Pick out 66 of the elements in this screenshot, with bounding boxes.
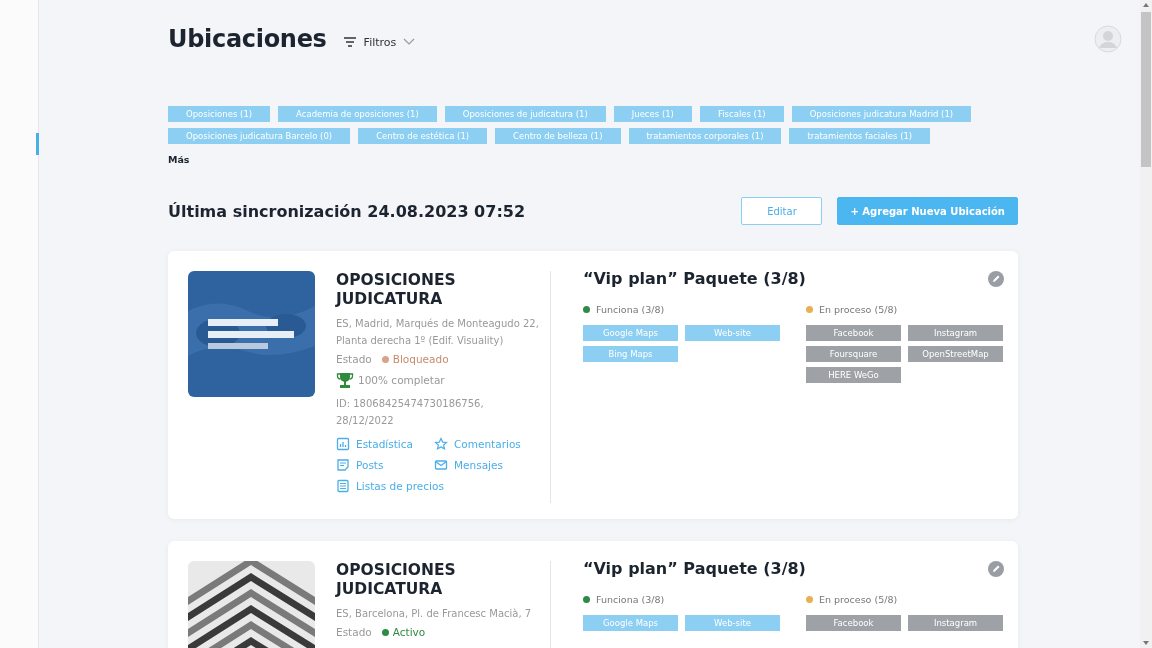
service-chip: Instagram xyxy=(908,615,1003,631)
service-chip: Web-site xyxy=(685,615,780,631)
nav-indicator xyxy=(36,133,39,155)
chart-icon xyxy=(336,437,350,451)
chevron-down-icon xyxy=(403,38,416,46)
sync-title: Última sincronización 24.08.2023 07:52 xyxy=(168,201,526,221)
envelope-icon xyxy=(434,458,448,472)
tag-chip[interactable]: Centro de estética (1) xyxy=(358,128,488,144)
trophy-icon xyxy=(336,371,354,389)
tag-chip[interactable]: tratamientos corporales (1) xyxy=(628,128,782,144)
tag-chip[interactable]: Academia de oposiciones (1) xyxy=(278,106,437,122)
tag-chip[interactable]: Oposiciones (1) xyxy=(168,106,271,122)
list-icon xyxy=(336,479,350,493)
filter-button[interactable]: Filtros xyxy=(340,31,418,53)
add-location-button[interactable]: + Agregar Nueva Ubicación xyxy=(837,197,1018,225)
tag-chip[interactable]: tratamientos faciales (1) xyxy=(789,128,931,144)
scrollbar[interactable] xyxy=(1140,0,1152,648)
status-label: Estado xyxy=(336,626,372,638)
service-chip: OpenStreetMap xyxy=(908,346,1003,362)
pencil-icon xyxy=(988,270,1004,287)
location-link[interactable]: Estadística xyxy=(336,437,413,451)
more-link[interactable]: Más xyxy=(168,154,1018,165)
plan-title: “Vip plan” Paquete (3/8) xyxy=(583,269,806,288)
tag-chip[interactable]: Oposiciones de judicatura (1) xyxy=(444,106,606,122)
service-chip: Foursquare xyxy=(806,346,901,362)
group-label: En proceso (5/8) xyxy=(819,594,898,605)
location-address: ES, Barcelona, Pl. de Francesc Macià, 7 xyxy=(336,607,533,621)
location-link[interactable]: Comentarios xyxy=(434,437,521,451)
service-chip: Google Maps xyxy=(583,615,678,631)
tag-chip[interactable]: Centro de belleza (1) xyxy=(495,128,621,144)
location-name: OPOSICIONES JUDICATURA xyxy=(336,271,457,309)
service-chip: HERE WeGo xyxy=(806,367,901,383)
location-link[interactable]: Posts xyxy=(336,458,384,472)
service-chip: Web-site xyxy=(685,325,780,341)
edit-button[interactable] xyxy=(988,270,1004,287)
filter-icon xyxy=(342,36,357,48)
star-icon xyxy=(434,437,448,451)
service-chip: Instagram xyxy=(908,325,1003,341)
page-title: Ubicaciones xyxy=(168,25,327,53)
plan-title: “Vip plan” Paquete (3/8) xyxy=(583,559,806,578)
status-value: Activo xyxy=(381,626,426,638)
status-value: Bloqueado xyxy=(381,353,449,365)
status-label: Estado xyxy=(336,353,372,365)
tag-chip[interactable]: Oposiciones judicatura Barcelo (0) xyxy=(168,128,351,144)
tag-chip[interactable]: Fiscales (1) xyxy=(699,106,784,122)
service-chip: Google Maps xyxy=(583,325,678,341)
user-avatar[interactable] xyxy=(1094,25,1122,53)
group-label: En proceso (5/8) xyxy=(819,304,898,315)
edit-button[interactable]: Editar xyxy=(741,197,823,225)
location-id: ID: 18068425474730186756, 28/12/2022 xyxy=(336,397,485,428)
service-chip: Bing Maps xyxy=(583,346,678,362)
tag-chip[interactable]: Jueces (1) xyxy=(613,106,692,122)
service-chip: Facebook xyxy=(806,615,901,631)
location-link[interactable]: Mensajes xyxy=(434,458,503,472)
completion-text: 100% completar xyxy=(358,374,445,386)
edit-button[interactable] xyxy=(988,560,1004,577)
tag-chip[interactable]: Oposiciones judicatura Madrid (1) xyxy=(791,106,972,122)
group-label: Funciona (3/8) xyxy=(596,594,665,605)
note-icon xyxy=(336,458,350,472)
pencil-icon xyxy=(988,560,1004,577)
location-name: OPOSICIONES JUDICATURA xyxy=(336,561,457,599)
location-address: ES, Madrid, Marqués de Monteagudo 22, Planta derecha 1º (Edif. Visuality) xyxy=(336,317,540,348)
group-label: Funciona (3/8) xyxy=(596,304,665,315)
scrollbar-thumb[interactable] xyxy=(1141,12,1151,167)
service-chip: Facebook xyxy=(806,325,901,341)
location-link[interactable]: Listas de precios xyxy=(336,479,444,493)
